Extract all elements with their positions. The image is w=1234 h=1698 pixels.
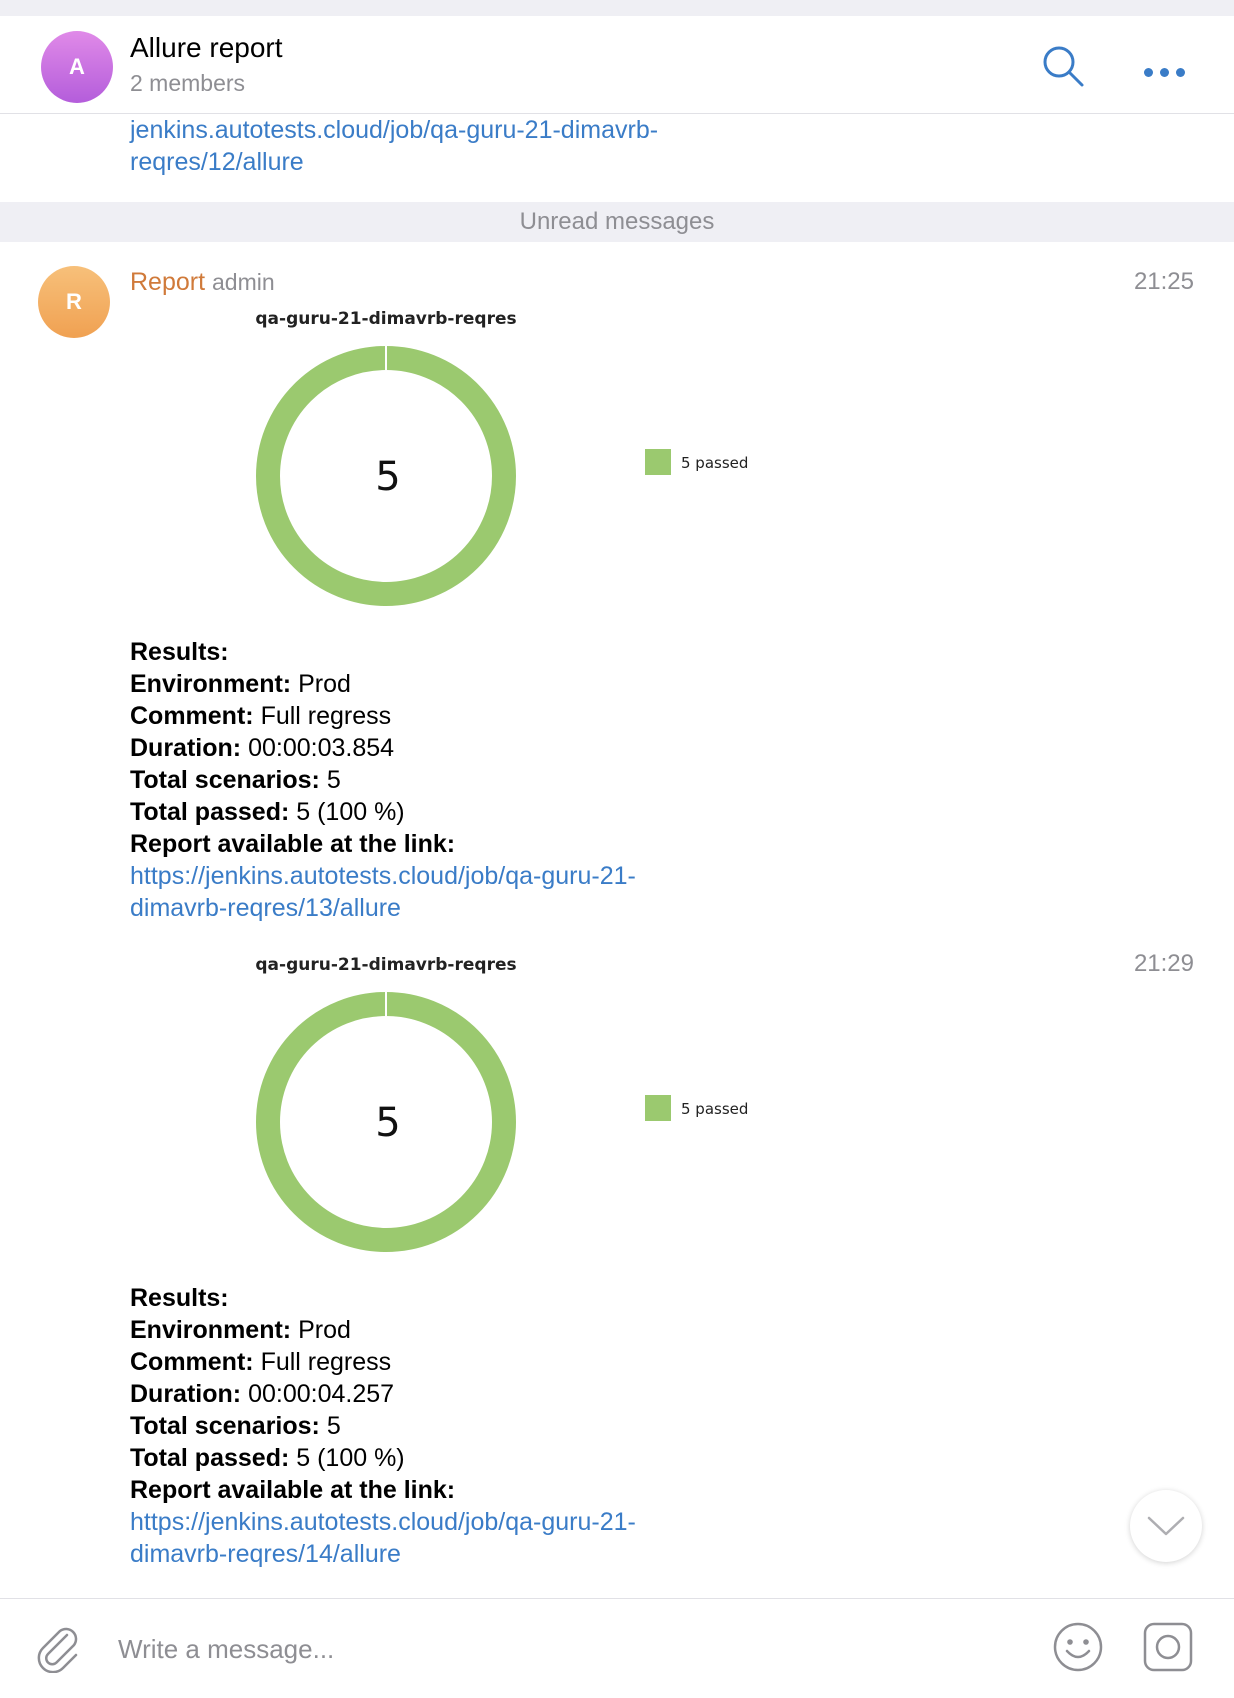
attach-button[interactable] [34,1623,84,1674]
chat-avatar[interactable]: A [41,31,113,103]
chart-title: qa-guru-21-dimavrb-reqres [255,309,516,329]
environment-row: Environment: Prod [130,670,351,698]
message-time: 21:25 [1133,268,1194,295]
comment-row: Comment: Full regress [130,702,392,730]
report-link[interactable]: https://jenkins.autotests.cloud/job/qa-g… [130,862,636,922]
search-icon [1043,46,1084,87]
duration-row: Duration: 00:00:03.854 [130,734,395,762]
emoji-icon [1053,1622,1103,1672]
members-count: 2 members [130,70,246,96]
search-button[interactable] [1040,43,1086,89]
donut-chart: qa-guru-21-dimavrb-reqres 5 5 passed [255,955,748,1252]
comment-row: Comment: Full regress [130,1348,392,1376]
environment-row: Environment: Prod [130,1316,351,1344]
chevron-down-icon [1147,1516,1185,1536]
chat-title[interactable]: Allure report [130,32,283,64]
chart-center-label: 5 [375,454,400,500]
results-heading: Results: [130,1284,229,1312]
sender-avatar[interactable]: R [38,266,110,338]
results-block: Results: Environment: Prod Comment: Full… [130,636,930,924]
message-time: 21:29 [1133,950,1194,977]
camera-button[interactable] [1142,1621,1194,1673]
previous-report-link[interactable]: jenkins.autotests.cloud/job/qa-guru-21-d… [130,114,750,178]
paperclip-icon [37,1627,78,1674]
message-composer [0,1598,1234,1698]
total-passed-row: Total passed: 5 (100 %) [130,798,405,826]
legend-label: 5 passed [681,454,748,472]
total-scenarios-row: Total scenarios: 5 [130,766,341,794]
report-link-row: Report available at the link: https://je… [130,830,636,922]
sender-line: Report admin [130,268,275,297]
results-heading: Results: [130,638,229,666]
legend-swatch [645,1095,671,1121]
status-strip [0,0,1234,16]
report-link[interactable]: https://jenkins.autotests.cloud/job/qa-g… [130,1508,636,1568]
total-passed-row: Total passed: 5 (100 %) [130,1444,405,1472]
chat-header: A Allure report 2 members [0,16,1234,114]
emoji-button[interactable] [1052,1621,1104,1673]
sender-role: admin [212,269,275,295]
total-scenarios-row: Total scenarios: 5 [130,1412,341,1440]
sender-name[interactable]: Report [130,268,205,296]
report-link-row: Report available at the link: https://je… [130,1476,636,1568]
duration-row: Duration: 00:00:04.257 [130,1380,395,1408]
unread-divider: Unread messages [0,202,1234,242]
chart-center-label: 5 [375,1100,400,1146]
results-block: Results: Environment: Prod Comment: Full… [130,1282,930,1570]
allure-chart[interactable]: qa-guru-21-dimavrb-reqres 5 5 passed [130,306,780,616]
camera-icon [1143,1622,1193,1672]
more-icon [1144,67,1153,77]
allure-chart[interactable]: qa-guru-21-dimavrb-reqres 5 5 passed [130,952,780,1262]
more-button[interactable] [1144,64,1194,80]
legend-label: 5 passed [681,1100,748,1118]
legend-swatch [645,449,671,475]
chart-title: qa-guru-21-dimavrb-reqres [255,955,516,975]
message-input[interactable] [116,1625,1020,1673]
donut-chart: qa-guru-21-dimavrb-reqres 5 5 passed [255,309,748,606]
scroll-down-button[interactable] [1130,1490,1202,1562]
